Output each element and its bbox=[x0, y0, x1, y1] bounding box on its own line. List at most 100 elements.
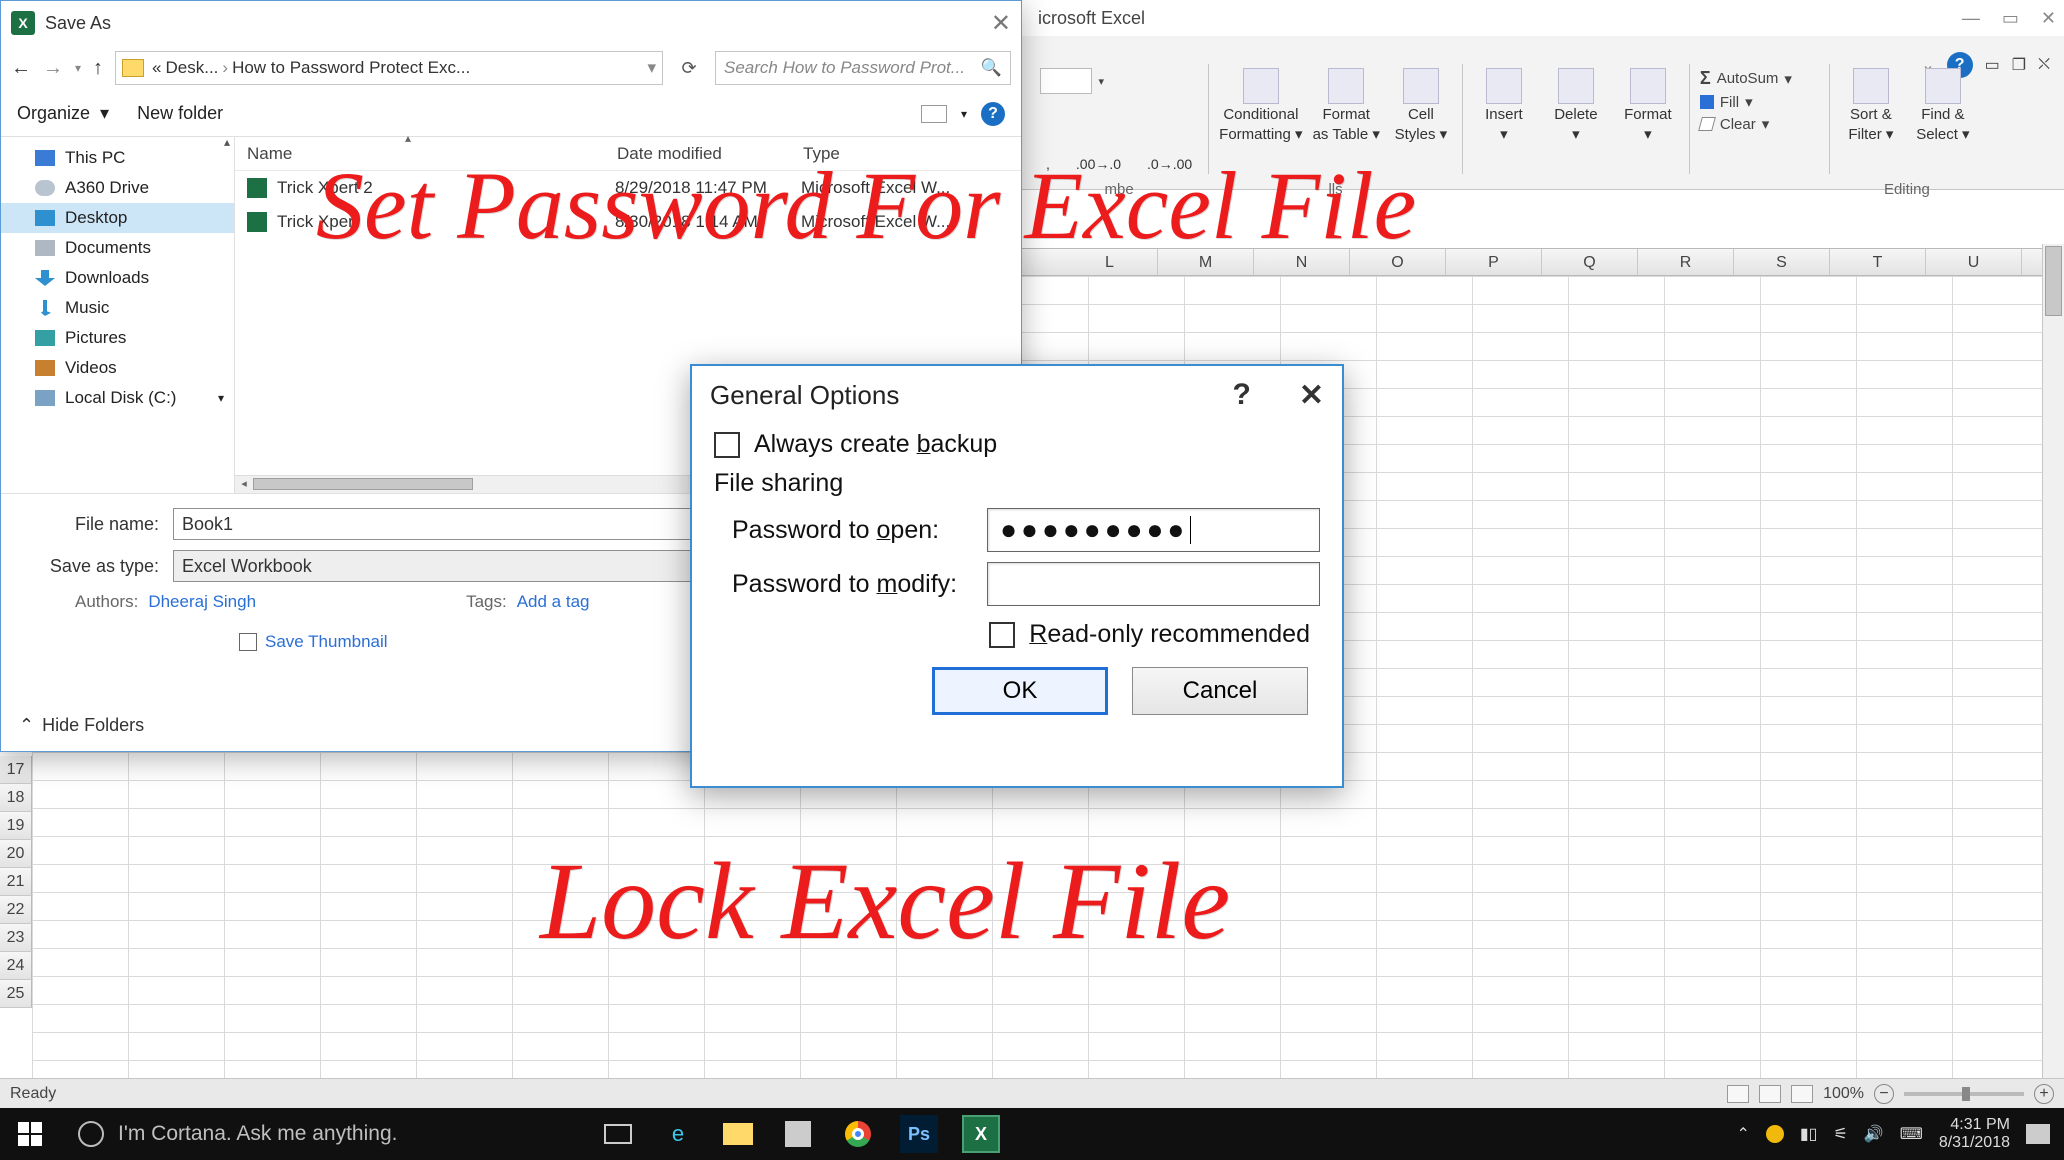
password-open-input[interactable]: ●●●●●●●●● bbox=[987, 508, 1320, 552]
readonly-checkbox[interactable] bbox=[989, 622, 1015, 648]
general-dropdown[interactable] bbox=[1040, 68, 1092, 94]
tray-keyboard-icon[interactable]: ⌨ bbox=[1900, 1124, 1923, 1144]
excel-title-suffix: icrosoft Excel bbox=[1038, 8, 1145, 29]
tags-label: Tags: bbox=[466, 592, 507, 611]
sort-filter-button[interactable]: Sort &Filter ▾ bbox=[1840, 68, 1902, 143]
zoom-value: 100% bbox=[1823, 1085, 1864, 1103]
clear-button[interactable]: Clear ▾ bbox=[1700, 115, 1819, 133]
delete-button[interactable]: Delete▾ bbox=[1545, 68, 1607, 143]
tree-downloads[interactable]: Downloads bbox=[1, 263, 234, 293]
view-options-button[interactable] bbox=[921, 105, 947, 123]
edge-icon[interactable]: e bbox=[660, 1116, 696, 1152]
search-icon: 🔍 bbox=[981, 58, 1002, 78]
start-button[interactable] bbox=[0, 1108, 60, 1160]
close-button[interactable]: ✕ bbox=[2041, 8, 2056, 29]
always-backup-label: Always create backup bbox=[754, 430, 997, 459]
col-date[interactable]: Date modified bbox=[605, 144, 791, 164]
view-normal[interactable] bbox=[1727, 1085, 1749, 1103]
password-open-label: Password to open: bbox=[732, 516, 969, 545]
view-layout[interactable] bbox=[1759, 1085, 1781, 1103]
view-pagebreak[interactable] bbox=[1791, 1085, 1813, 1103]
format-button[interactable]: Format▾ bbox=[1617, 68, 1679, 143]
nav-up-button[interactable]: ↑ bbox=[93, 57, 103, 80]
tray-volume-icon[interactable]: 🔊 bbox=[1864, 1124, 1884, 1144]
save-thumbnail-label: Save Thumbnail bbox=[265, 632, 388, 652]
cell-styles-button[interactable]: CellStyles ▾ bbox=[1390, 68, 1452, 143]
tray-chevron-icon[interactable]: ⌃ bbox=[1736, 1124, 1749, 1144]
nav-forward-button[interactable]: → bbox=[43, 57, 63, 80]
format-as-table-button[interactable]: Formatas Table ▾ bbox=[1313, 68, 1380, 143]
tree-videos[interactable]: Videos bbox=[1, 353, 234, 383]
fill-button[interactable]: Fill ▾ bbox=[1700, 93, 1819, 111]
new-folder-button[interactable]: New folder bbox=[137, 103, 223, 124]
cancel-button[interactable]: Cancel bbox=[1132, 667, 1308, 715]
tags-add[interactable]: Add a tag bbox=[517, 592, 590, 611]
general-options-dialog: General Options ? ✕ Always create backup… bbox=[690, 364, 1344, 788]
tray-wifi-icon[interactable]: ⚟ bbox=[1833, 1124, 1847, 1144]
notifications-icon[interactable] bbox=[2026, 1124, 2050, 1144]
genopt-close-icon[interactable]: ✕ bbox=[1299, 378, 1324, 413]
tray-sync-icon[interactable] bbox=[1766, 1125, 1784, 1143]
file-explorer-icon[interactable] bbox=[720, 1116, 756, 1152]
authors-value[interactable]: Dheeraj Singh bbox=[148, 592, 256, 611]
tree-desktop[interactable]: Desktop bbox=[1, 203, 234, 233]
excel-file-icon bbox=[247, 178, 267, 198]
task-view-button[interactable] bbox=[600, 1116, 636, 1152]
saveas-close-icon[interactable]: ✕ bbox=[991, 9, 1011, 38]
photoshop-icon[interactable]: Ps bbox=[900, 1115, 938, 1153]
nav-tree[interactable]: ▴ This PC A360 Drive Desktop Documents D… bbox=[1, 137, 235, 493]
file-sharing-label: File sharing bbox=[714, 469, 1320, 498]
organize-button[interactable]: Organize ▾ bbox=[17, 103, 109, 124]
taskbar: I'm Cortana. Ask me anything. e Ps X ⌃ ▮… bbox=[0, 1108, 2064, 1160]
folder-icon bbox=[122, 59, 144, 77]
insert-button[interactable]: Insert▾ bbox=[1473, 68, 1535, 143]
vertical-scrollbar[interactable] bbox=[2042, 244, 2064, 1090]
store-icon[interactable] bbox=[780, 1116, 816, 1152]
address-breadcrumb[interactable]: « Desk... › How to Password Protect Exc.… bbox=[115, 51, 663, 85]
tree-pictures[interactable]: Pictures bbox=[1, 323, 234, 353]
col-type[interactable]: Type bbox=[791, 144, 1021, 164]
zoom-slider[interactable] bbox=[1904, 1092, 2024, 1096]
minimize-button[interactable]: — bbox=[1962, 8, 1980, 29]
tree-localdisk[interactable]: Local Disk (C:)▾ bbox=[1, 383, 234, 413]
tree-this-pc[interactable]: This PC bbox=[1, 143, 234, 173]
cortana-search[interactable]: I'm Cortana. Ask me anything. bbox=[60, 1108, 540, 1160]
maximize-button[interactable]: ▭ bbox=[2002, 8, 2019, 29]
file-row[interactable]: Trick Xpert 2 8/29/2018 11:47 PM Microso… bbox=[235, 171, 1021, 205]
refresh-button[interactable]: ⟳ bbox=[675, 54, 703, 82]
always-backup-checkbox[interactable] bbox=[714, 432, 740, 458]
tree-a360[interactable]: A360 Drive bbox=[1, 173, 234, 203]
password-modify-input[interactable] bbox=[987, 562, 1320, 606]
saveas-title: Save As bbox=[45, 13, 111, 34]
zoom-out[interactable]: − bbox=[1874, 1084, 1894, 1104]
genopt-help-icon[interactable]: ? bbox=[1233, 378, 1251, 413]
status-bar: Ready 100% − + bbox=[0, 1078, 2064, 1108]
autosum-button[interactable]: ΣAutoSum ▾ bbox=[1700, 68, 1819, 89]
excel-file-icon bbox=[247, 212, 267, 232]
increase-decimal[interactable]: .00→.0 bbox=[1070, 154, 1127, 174]
nav-recent-button[interactable]: ▾ bbox=[75, 61, 81, 75]
tree-documents[interactable]: Documents bbox=[1, 233, 234, 263]
comma-style[interactable]: , bbox=[1040, 154, 1056, 174]
find-select-button[interactable]: Find &Select ▾ bbox=[1912, 68, 1974, 143]
file-row[interactable]: Trick Xpert 8/30/2018 1:14 AM Microsoft … bbox=[235, 205, 1021, 239]
hide-folders-button[interactable]: ⌃Hide Folders bbox=[19, 715, 144, 736]
tray-battery-icon[interactable]: ▮▯ bbox=[1800, 1124, 1818, 1144]
filename-label: File name: bbox=[19, 514, 173, 535]
status-ready: Ready bbox=[10, 1085, 56, 1103]
saveastype-label: Save as type: bbox=[19, 556, 173, 577]
tray-clock[interactable]: 4:31 PM 8/31/2018 bbox=[1939, 1116, 2010, 1152]
ok-button[interactable]: OK bbox=[932, 667, 1108, 715]
excel-taskbar-icon[interactable]: X bbox=[962, 1115, 1000, 1153]
chrome-icon[interactable] bbox=[840, 1116, 876, 1152]
tree-music[interactable]: Music bbox=[1, 293, 234, 323]
save-thumbnail-checkbox[interactable] bbox=[239, 633, 257, 651]
decrease-decimal[interactable]: .0→.00 bbox=[1141, 154, 1198, 174]
zoom-in[interactable]: + bbox=[2034, 1084, 2054, 1104]
conditional-formatting-button[interactable]: ConditionalFormatting ▾ bbox=[1219, 68, 1302, 143]
col-name[interactable]: Name bbox=[235, 144, 605, 164]
cortana-icon bbox=[78, 1121, 104, 1147]
nav-back-button[interactable]: ← bbox=[11, 57, 31, 80]
help-button[interactable]: ? bbox=[981, 102, 1005, 126]
search-input[interactable]: Search How to Password Prot... 🔍 bbox=[715, 51, 1011, 85]
